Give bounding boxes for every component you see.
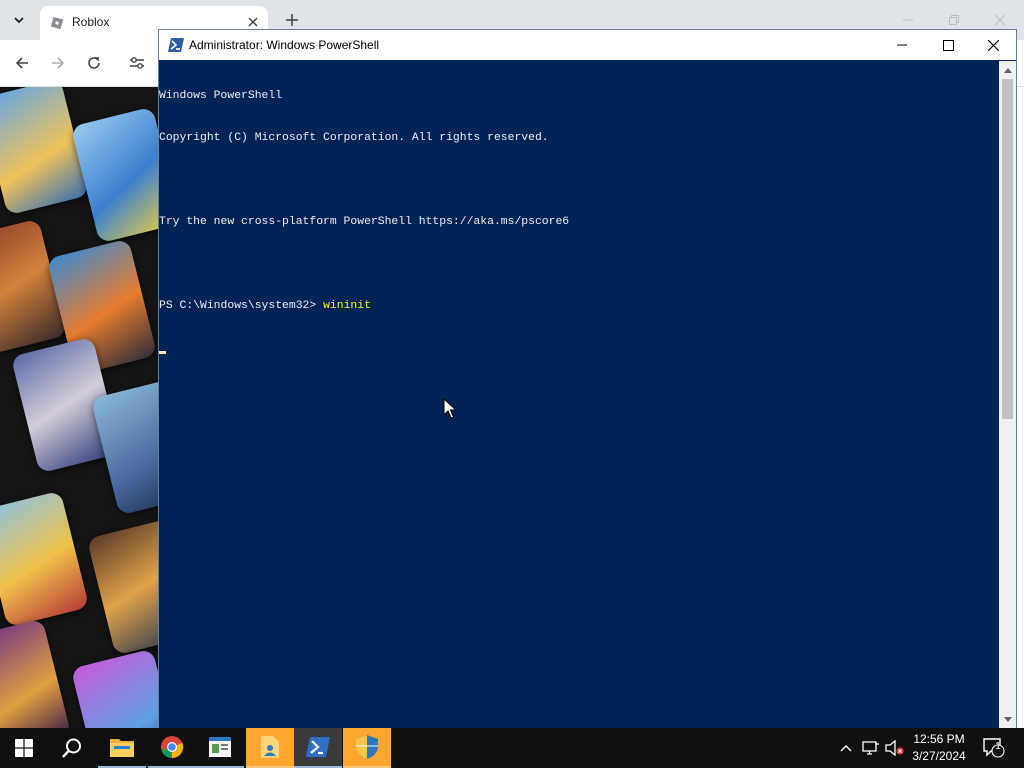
window-title: Administrator: Windows PowerShell bbox=[189, 38, 380, 52]
game-thumbnail bbox=[70, 648, 160, 728]
console-line: Windows PowerShell bbox=[159, 90, 283, 102]
show-hidden-icons-button[interactable] bbox=[836, 728, 856, 768]
chevron-down-icon bbox=[14, 17, 24, 24]
command-text: wininit bbox=[323, 300, 371, 312]
arrow-right-icon bbox=[52, 57, 65, 69]
plus-icon bbox=[286, 14, 298, 26]
clock-time: 12:56 PM bbox=[913, 732, 965, 746]
close-icon bbox=[987, 39, 999, 51]
taskbar-chrome[interactable] bbox=[148, 728, 196, 768]
notification-badge: 1 bbox=[995, 741, 1001, 752]
game-thumbnail bbox=[0, 618, 72, 728]
chrome-icon bbox=[161, 736, 184, 759]
maximize-button[interactable] bbox=[925, 30, 971, 60]
shield-icon bbox=[356, 735, 378, 759]
console-line: Copyright (C) Microsoft Corporation. All… bbox=[159, 132, 549, 144]
network-icon bbox=[862, 741, 879, 755]
site-settings-button[interactable] bbox=[126, 52, 148, 74]
close-button[interactable] bbox=[970, 30, 1016, 60]
console-output[interactable]: Windows PowerShell Copyright (C) Microso… bbox=[159, 61, 999, 728]
close-icon bbox=[248, 17, 258, 27]
mouse-pointer-icon bbox=[443, 398, 457, 419]
maximize-icon bbox=[942, 39, 954, 51]
new-tab-button[interactable] bbox=[282, 10, 302, 30]
taskbar-server-manager[interactable] bbox=[246, 728, 294, 768]
back-button[interactable] bbox=[11, 52, 33, 74]
prompt-text: PS C:\Windows\system32> bbox=[159, 300, 324, 312]
minimize-icon bbox=[897, 44, 907, 46]
tab-list-button[interactable] bbox=[6, 8, 32, 32]
arrow-up-icon bbox=[1003, 67, 1012, 73]
window-app-icon bbox=[209, 737, 231, 757]
taskbar-security[interactable] bbox=[343, 728, 391, 768]
cursor-line bbox=[159, 341, 999, 355]
powershell-icon bbox=[168, 38, 184, 52]
taskbar-powershell[interactable] bbox=[294, 728, 342, 768]
tune-icon bbox=[130, 57, 144, 69]
search-button[interactable] bbox=[48, 728, 96, 768]
taskbar-file-explorer[interactable] bbox=[98, 728, 146, 768]
start-button[interactable] bbox=[0, 728, 48, 768]
game-thumbnail bbox=[70, 106, 160, 244]
scrollbar-thumb[interactable] bbox=[1002, 79, 1013, 419]
volume-muted-icon bbox=[885, 740, 904, 756]
game-thumbnail bbox=[0, 490, 90, 628]
clock-date: 3/27/2024 bbox=[912, 749, 966, 763]
powershell-icon bbox=[306, 737, 330, 757]
powershell-title-bar[interactable]: Administrator: Windows PowerShell bbox=[159, 30, 1016, 60]
tab-title: Roblox bbox=[72, 15, 110, 29]
scroll-down-button[interactable] bbox=[999, 711, 1016, 728]
arrow-down-icon bbox=[1003, 716, 1012, 722]
reload-button[interactable] bbox=[83, 52, 105, 74]
powershell-window[interactable]: Administrator: Windows PowerShell Window… bbox=[158, 29, 1017, 729]
search-icon bbox=[62, 738, 81, 758]
close-icon bbox=[995, 15, 1005, 25]
vertical-scrollbar[interactable] bbox=[999, 61, 1016, 728]
chevron-up-icon bbox=[840, 745, 852, 752]
taskbar-app[interactable] bbox=[196, 728, 244, 768]
text-cursor bbox=[159, 351, 166, 354]
scroll-up-button[interactable] bbox=[999, 61, 1016, 78]
forward-button[interactable] bbox=[47, 52, 69, 74]
folder-icon bbox=[110, 739, 134, 757]
prompt-line: PS C:\Windows\system32> wininit bbox=[159, 299, 999, 313]
system-clock[interactable]: 12:56 PM 3/27/2024 bbox=[905, 731, 973, 765]
browser-minimize-button[interactable] bbox=[898, 10, 918, 30]
roblox-favicon-icon bbox=[50, 16, 64, 30]
roblox-page-art bbox=[0, 87, 160, 728]
minimize-icon bbox=[903, 19, 913, 21]
game-thumbnail bbox=[86, 518, 160, 656]
volume-tray-icon[interactable] bbox=[884, 728, 906, 768]
browser-restore-button[interactable] bbox=[944, 10, 964, 30]
minimize-button[interactable] bbox=[879, 30, 925, 60]
taskbar: 12:56 PM 3/27/2024 1 bbox=[0, 728, 1024, 768]
console-line: Try the new cross-platform PowerShell ht… bbox=[159, 216, 570, 228]
network-tray-icon[interactable] bbox=[860, 728, 882, 768]
browser-close-button[interactable] bbox=[990, 10, 1010, 30]
document-user-icon bbox=[261, 736, 279, 758]
action-center-button[interactable]: 1 bbox=[980, 728, 1008, 768]
windows-logo-icon bbox=[15, 739, 33, 757]
arrow-left-icon bbox=[15, 57, 28, 69]
reload-icon bbox=[88, 57, 100, 69]
restore-icon bbox=[949, 15, 959, 25]
